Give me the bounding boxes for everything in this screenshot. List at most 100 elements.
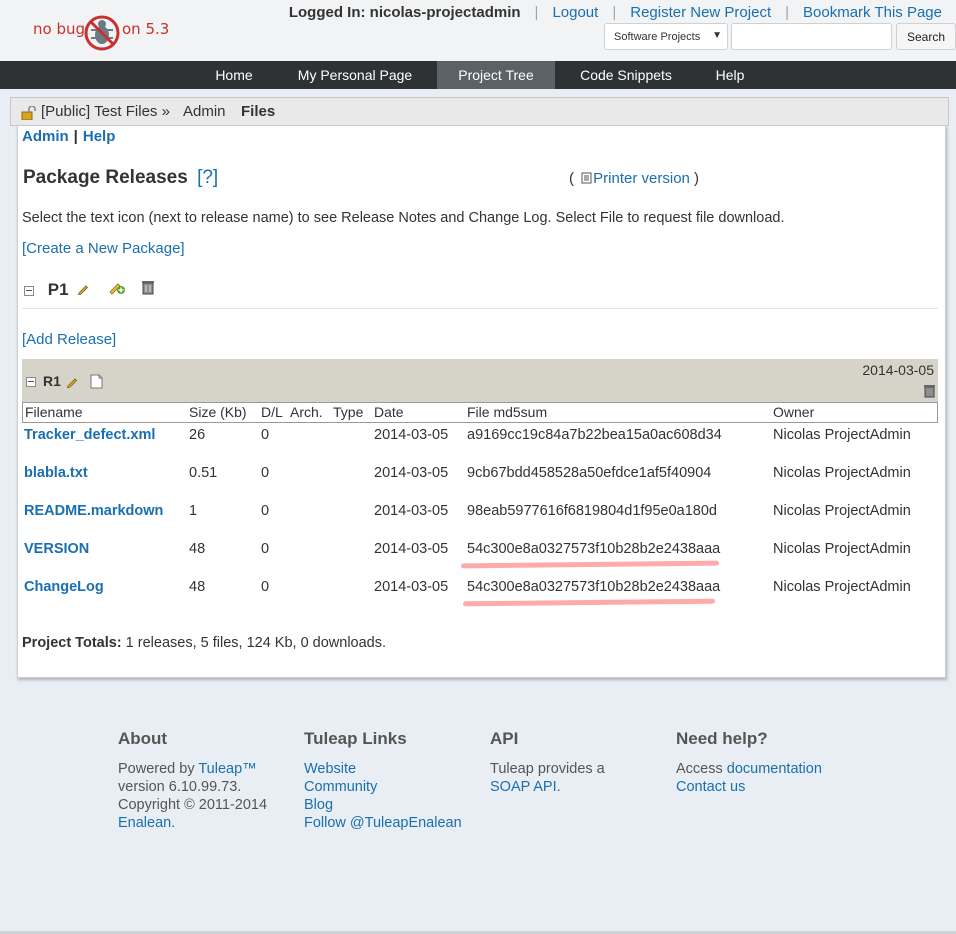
title-help-link[interactable]: [?] xyxy=(197,167,218,188)
project-type-value: Software Projects xyxy=(614,31,701,43)
api-text: Tuleap provides a xyxy=(490,761,605,777)
col-md5: File md5sum xyxy=(467,404,548,420)
search-button[interactable]: Search xyxy=(896,23,956,50)
community-link[interactable]: Community xyxy=(304,779,377,795)
logo[interactable]: no bug on 5.3 xyxy=(33,14,173,54)
nav-project-tree[interactable]: Project Tree xyxy=(437,61,555,89)
enalean-link[interactable]: Enalean. xyxy=(118,815,175,831)
release-name: R1 xyxy=(43,373,61,389)
trash-icon[interactable] xyxy=(923,384,936,398)
bookmark-page-link[interactable]: Bookmark This Page xyxy=(803,4,942,21)
footer-links-title: Tuleap Links xyxy=(304,729,407,748)
printer-icon xyxy=(581,172,592,184)
edit-pencil-icon[interactable] xyxy=(66,376,78,388)
nav-home[interactable]: Home xyxy=(202,61,266,89)
file-md5: 54c300e8a0327573f10b28b2e2438aaa xyxy=(467,579,721,595)
file-size: 1 xyxy=(189,503,198,519)
file-size: 26 xyxy=(189,427,206,443)
project-type-select[interactable]: Software Projects ▼ xyxy=(604,23,728,50)
breadcrumb: [Public] Test Files » Admin Files xyxy=(10,97,949,126)
main-nav: Home My Personal Page Project Tree Code … xyxy=(0,61,956,89)
lock-open-icon xyxy=(21,106,36,120)
file-owner: Nicolas ProjectAdmin xyxy=(773,541,911,557)
footer-help-title: Need help? xyxy=(676,729,768,748)
file-downloads: 0 xyxy=(261,503,270,519)
file-owner: Nicolas ProjectAdmin xyxy=(773,503,911,519)
paren-open: ( xyxy=(569,170,574,187)
add-release-link[interactable]: [Add Release] xyxy=(22,331,116,348)
website-link[interactable]: Website xyxy=(304,761,356,777)
col-arch: Arch. xyxy=(290,404,323,420)
footer-help: Need help? Access documentation Contact … xyxy=(676,730,822,796)
collapse-icon[interactable] xyxy=(26,377,36,387)
breadcrumb-project[interactable]: [Public] Test Files » xyxy=(41,103,170,120)
file-link[interactable]: Tracker_defect.xml xyxy=(24,427,155,443)
footer-api: API Tuleap provides a SOAP API. xyxy=(490,730,605,796)
file-size: 48 xyxy=(189,541,206,557)
blog-link[interactable]: Blog xyxy=(304,797,333,813)
footer-links: Tuleap Links Website Community Blog Foll… xyxy=(304,730,462,832)
logo-text-right: on 5.3 xyxy=(122,20,170,38)
file-md5: 98eab5977616f6819804d1f95e0a180d xyxy=(467,503,717,519)
separator: | xyxy=(534,3,539,21)
footer-about: About Powered by Tuleap™ version 6.10.99… xyxy=(118,730,267,832)
documentation-link[interactable]: documentation xyxy=(727,761,822,777)
nav-code-snippets[interactable]: Code Snippets xyxy=(567,61,685,89)
release-notes-icon[interactable] xyxy=(90,374,103,389)
trash-icon[interactable] xyxy=(141,280,155,295)
nav-my-personal-page[interactable]: My Personal Page xyxy=(285,61,425,89)
file-link[interactable]: README.markdown xyxy=(24,503,163,519)
soap-api-link[interactable]: SOAP API. xyxy=(490,779,561,795)
col-size: Size (Kb) xyxy=(189,404,247,420)
page-title: Package Releases [?] xyxy=(23,167,218,189)
contact-us-link[interactable]: Contact us xyxy=(676,779,745,795)
printer-version: ( Printer version ) xyxy=(569,170,699,187)
file-date: 2014-03-05 xyxy=(374,541,449,557)
release-header: R1 2014-03-05 xyxy=(22,359,938,402)
logo-text-left: no bug xyxy=(33,20,86,38)
totals-text: 1 releases, 5 files, 124 Kb, 0 downloads… xyxy=(125,635,387,651)
file-downloads: 0 xyxy=(261,579,270,595)
add-release-icon[interactable] xyxy=(108,279,126,295)
dropdown-arrow-icon: ▼ xyxy=(712,30,722,41)
nav-help[interactable]: Help xyxy=(704,61,756,89)
user-bar: Logged In: nicolas-projectadmin | Logout… xyxy=(289,3,942,21)
footer-api-title: API xyxy=(490,729,519,748)
file-size: 48 xyxy=(189,579,206,595)
breadcrumb-admin[interactable]: Admin xyxy=(183,103,226,120)
file-owner: Nicolas ProjectAdmin xyxy=(773,465,911,481)
file-downloads: 0 xyxy=(261,541,270,557)
col-dl: D/L xyxy=(261,404,283,420)
printer-version-link[interactable]: Printer version xyxy=(593,170,690,187)
file-downloads: 0 xyxy=(261,427,270,443)
col-filename: Filename xyxy=(25,404,83,420)
table-header: Filename Size (Kb) D/L Arch. Type Date F… xyxy=(22,402,938,423)
logout-link[interactable]: Logout xyxy=(552,4,598,21)
create-package-link[interactable]: [Create a New Package] xyxy=(22,240,185,257)
file-md5: 9cb67bdd458528a50efdce1af5f40904 xyxy=(467,465,712,481)
divider xyxy=(22,308,938,309)
copyright-text: Copyright © 2011-2014 xyxy=(118,797,268,813)
help-link[interactable]: Help xyxy=(83,128,116,145)
file-owner: Nicolas ProjectAdmin xyxy=(773,579,911,595)
file-link[interactable]: VERSION xyxy=(24,541,89,557)
sub-nav: Admin | Help xyxy=(22,128,115,145)
powered-by-text: Powered by xyxy=(118,761,195,777)
table-row: Tracker_defect.xml 26 0 2014-03-05 a9169… xyxy=(22,427,938,447)
separator: | xyxy=(612,3,617,21)
table-row: ChangeLog 48 0 2014-03-05 54c300e8a03275… xyxy=(22,579,938,599)
collapse-icon[interactable] xyxy=(24,285,34,296)
tuleap-link[interactable]: Tuleap™ xyxy=(198,761,256,777)
bug-icon xyxy=(84,15,120,51)
file-link[interactable]: ChangeLog xyxy=(24,579,104,595)
file-link[interactable]: blabla.txt xyxy=(24,465,88,481)
edit-pencil-icon[interactable] xyxy=(77,283,89,295)
header: no bug on 5.3 Logged In: nicolas-project… xyxy=(0,0,956,61)
admin-link[interactable]: Admin xyxy=(22,128,69,145)
project-totals: Project Totals: 1 releases, 5 files, 124… xyxy=(22,635,386,651)
search-input[interactable] xyxy=(731,23,892,50)
col-owner: Owner xyxy=(773,404,815,420)
twitter-link[interactable]: Follow @TuleapEnalean xyxy=(304,815,462,831)
footer-about-title: About xyxy=(118,729,168,748)
register-project-link[interactable]: Register New Project xyxy=(630,4,771,21)
